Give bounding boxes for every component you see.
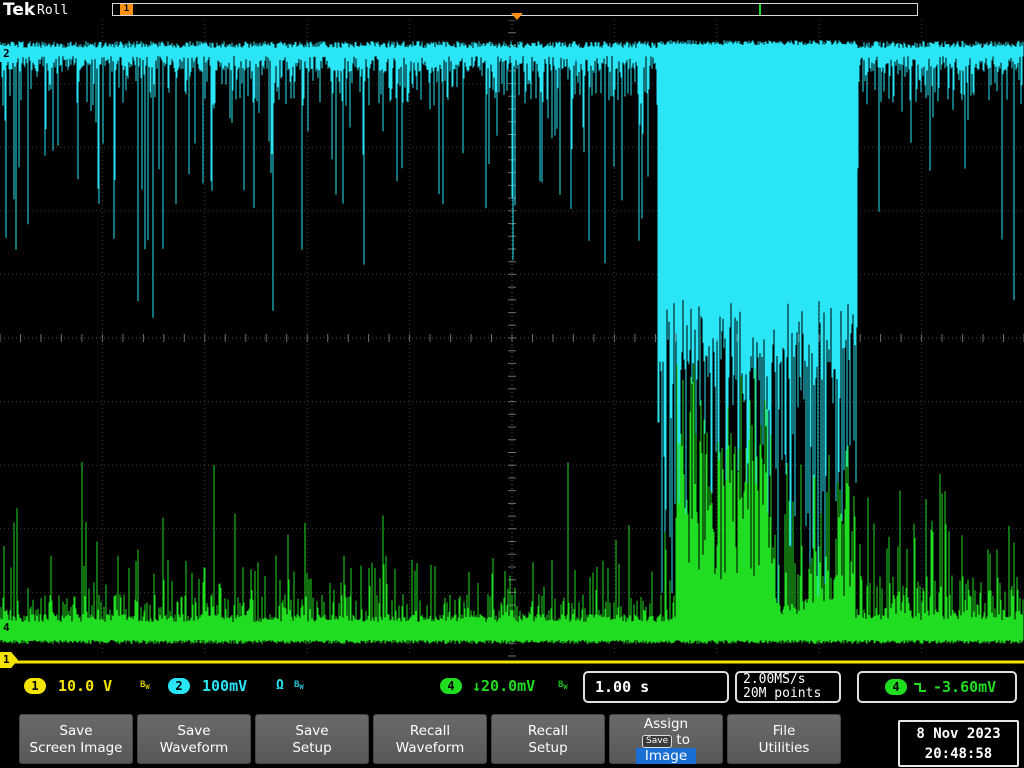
acquisition-preview-bar: 1 xyxy=(112,3,918,16)
bandwidth-icon: BW xyxy=(558,680,568,691)
top-bar: Tek Roll 1 xyxy=(0,0,1024,20)
offset-arrow-icon: ↓ xyxy=(472,677,481,695)
trigger-slope-icon xyxy=(913,680,927,694)
menu-button-recall-setup[interactable]: Recall Setup xyxy=(491,714,605,764)
trigger-readout: 4 -3.60mV xyxy=(857,671,1017,703)
status-bar: 1 10.0 V BW 2 100mV Ω BW 4 ↓20.0mV BW 1.… xyxy=(0,668,1024,710)
channel-2-scale: 100mV xyxy=(202,678,247,694)
trigger-level: -3.60mV xyxy=(933,678,996,696)
menu-button-save-screen-image[interactable]: Save Screen Image xyxy=(19,714,133,764)
channel-4-scale: ↓20.0mV xyxy=(472,678,535,694)
trigger-source-badge: 4 xyxy=(885,679,907,695)
tek-logo: Tek xyxy=(3,0,35,20)
time-label: 20:48:58 xyxy=(900,744,1017,764)
menu-button-recall-waveform[interactable]: Recall Waveform xyxy=(373,714,487,764)
bandwidth-icon: BW xyxy=(294,680,304,691)
oscilloscope-screen: Tek Roll 1 2 4 1 1 10.0 V BW 2 100mV Ω B… xyxy=(0,0,1024,768)
menu-button-save-setup[interactable]: Save Setup xyxy=(255,714,369,764)
menu-button-assign-save[interactable]: Assign Save to Image xyxy=(609,714,723,764)
channel-4-badge: 4 xyxy=(440,678,462,694)
acquisition-channel-marker: 1 xyxy=(120,4,133,15)
trigger-position-icon xyxy=(759,4,761,15)
impedance-icon: Ω xyxy=(276,678,284,694)
datetime-readout: 8 Nov 2023 20:48:58 xyxy=(898,720,1019,767)
menu-bar: Save Screen Image Save Waveform Save Set… xyxy=(0,710,1024,768)
assign-target-highlight: Image xyxy=(636,748,696,764)
date-label: 8 Nov 2023 xyxy=(900,724,1017,744)
timebase-readout: 1.00 s xyxy=(583,671,729,703)
save-key-badge: Save xyxy=(642,735,672,748)
expansion-point-icon xyxy=(511,13,523,20)
bandwidth-icon: BW xyxy=(140,680,150,691)
channel-1-scale: 10.0 V xyxy=(58,678,112,694)
menu-button-file-utilities[interactable]: File Utilities xyxy=(727,714,841,764)
waveform-display xyxy=(0,20,1024,666)
sample-rate-readout: 2.00MS/s 20M points xyxy=(735,671,841,703)
channel-1-badge: 1 xyxy=(24,678,46,694)
acquisition-mode-label: Roll xyxy=(37,3,68,18)
menu-button-save-waveform[interactable]: Save Waveform xyxy=(137,714,251,764)
waveform-svg xyxy=(0,20,1024,666)
channel-2-badge: 2 xyxy=(168,678,190,694)
